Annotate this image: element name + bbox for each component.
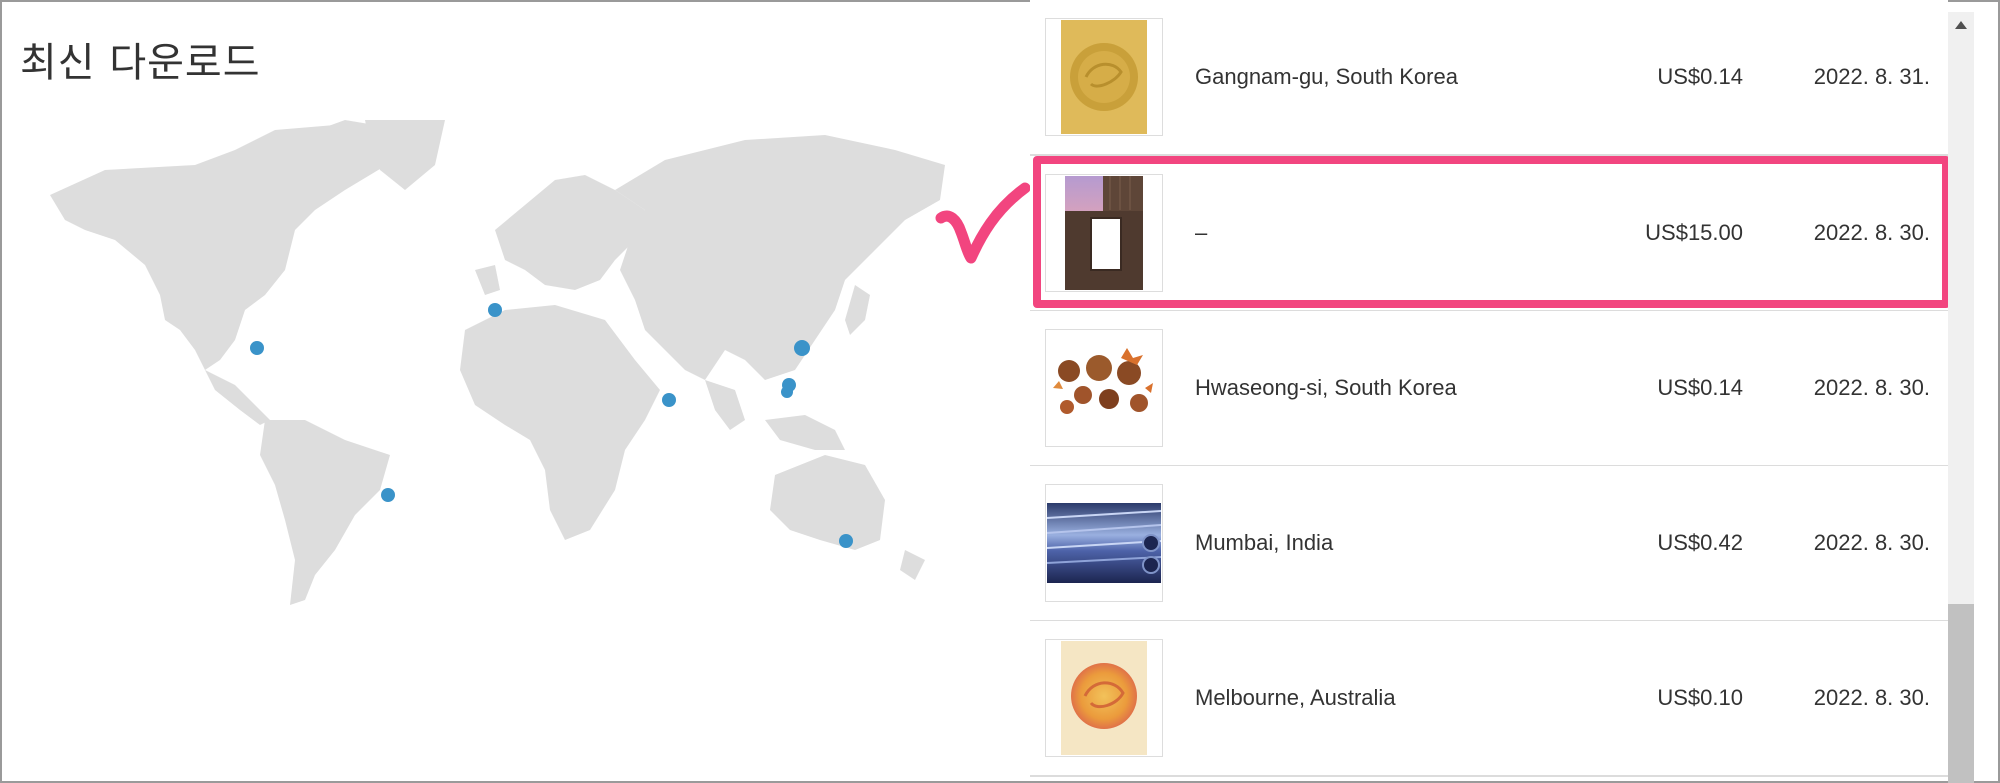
map-marker <box>794 340 810 356</box>
download-price: US$0.10 <box>1657 685 1743 710</box>
scrollbar-thumb[interactable] <box>1948 604 1974 783</box>
map-marker <box>381 488 395 502</box>
download-price: US$15.00 <box>1645 220 1743 245</box>
page-title: 최신 다운로드 <box>20 40 261 86</box>
download-location: – <box>1195 220 1208 245</box>
download-price: US$0.42 <box>1657 530 1743 555</box>
list-item[interactable]: Gangnam-gu, South Korea US$0.14 2022. 8.… <box>1030 0 1948 156</box>
download-location: Hwaseong-si, South Korea <box>1195 375 1457 400</box>
scroll-up-arrow-icon[interactable] <box>1948 12 1974 38</box>
download-location: Gangnam-gu, South Korea <box>1195 64 1458 89</box>
steel-pipes-icon <box>1047 503 1161 583</box>
scrollbar[interactable] <box>1948 12 1974 783</box>
download-date: 2022. 8. 30. <box>1813 530 1930 555</box>
download-date: 2022. 8. 30. <box>1813 685 1930 710</box>
map-land <box>50 120 945 605</box>
list-item[interactable]: Mumbai, India US$0.42 2022. 8. 30. <box>1030 466 1948 622</box>
map-marker <box>250 341 264 355</box>
thumbnail[interactable] <box>1045 329 1163 447</box>
map-marker <box>488 303 502 317</box>
downloads-list[interactable]: Gangnam-gu, South Korea US$0.14 2022. 8.… <box>1030 0 1948 783</box>
world-map <box>50 120 945 605</box>
download-date: 2022. 8. 30. <box>1813 375 1930 400</box>
thumbnail[interactable] <box>1045 484 1163 602</box>
download-date: 2022. 8. 30. <box>1813 220 1930 245</box>
thumbnail[interactable] <box>1045 639 1163 757</box>
list-item[interactable]: – US$15.00 2022. 8. 30. <box>1030 156 1948 312</box>
download-location: Melbourne, Australia <box>1195 685 1396 710</box>
chestnuts-icon <box>1053 348 1153 414</box>
list-item[interactable]: Hwaseong-si, South Korea US$0.14 2022. 8… <box>1030 311 1948 467</box>
download-location: Mumbai, India <box>1195 530 1334 555</box>
orange-dragon-medallion-icon <box>1061 641 1147 755</box>
download-price: US$0.14 <box>1657 375 1743 400</box>
list-item[interactable]: Melbourne, Australia US$0.10 2022. 8. 30… <box>1030 621 1948 777</box>
checkmark-icon <box>935 182 1030 264</box>
map-marker <box>839 534 853 548</box>
building-billboard-icon <box>1065 176 1143 290</box>
map-marker <box>781 386 793 398</box>
thumbnail[interactable] <box>1045 174 1163 292</box>
gold-dragon-medallion-icon <box>1061 20 1147 134</box>
download-price: US$0.14 <box>1657 64 1743 89</box>
map-marker <box>662 393 676 407</box>
thumbnail[interactable] <box>1045 18 1163 136</box>
download-date: 2022. 8. 31. <box>1813 64 1930 89</box>
